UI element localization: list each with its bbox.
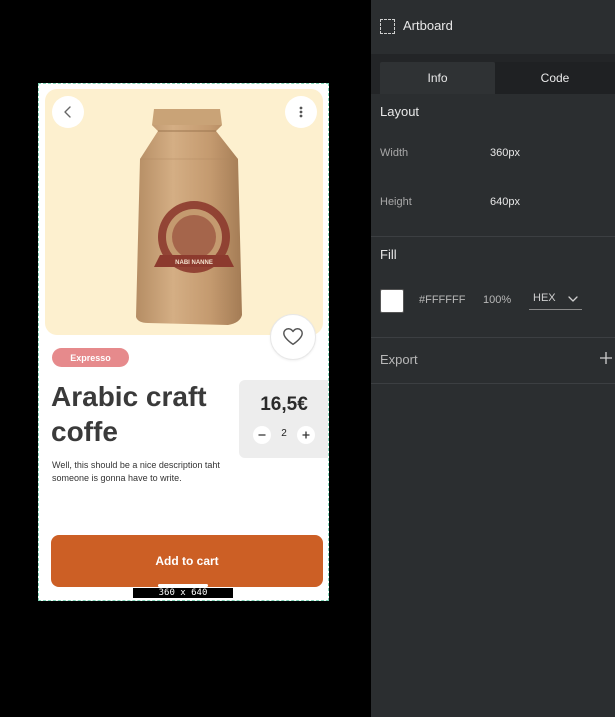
inspector-tabs: Info Code	[371, 54, 615, 94]
product-title: Arabic craft coffe	[51, 379, 231, 449]
section-divider	[371, 383, 615, 384]
color-format-select[interactable]: HEX	[529, 290, 582, 310]
fill-opacity-value[interactable]: 100%	[483, 294, 511, 306]
heart-icon	[283, 328, 303, 346]
section-divider	[371, 236, 615, 237]
coffee-bag-image: NABI NANNE	[136, 109, 242, 325]
home-indicator	[158, 584, 208, 587]
tab-info[interactable]: Info	[380, 62, 495, 94]
minus-icon	[258, 434, 266, 436]
height-value[interactable]: 640px	[490, 196, 520, 208]
decrease-quantity-button[interactable]	[253, 426, 271, 444]
section-divider	[371, 337, 615, 338]
artboard[interactable]: NABI NANNE Expresso Arabic craft coffe W…	[38, 83, 329, 601]
increase-quantity-button[interactable]	[297, 426, 315, 444]
product-title-line1: Arabic craft	[51, 381, 207, 412]
quantity-value: 2	[281, 428, 287, 439]
price-label: 16,5€	[260, 394, 308, 415]
tab-code[interactable]: Code	[495, 62, 615, 94]
width-label: Width	[380, 147, 409, 159]
width-value[interactable]: 360px	[490, 147, 520, 159]
height-label: Height	[380, 196, 412, 208]
add-to-cart-button[interactable]: Add to cart	[51, 535, 323, 587]
inspector-panel: Artboard Info Code Layout Width 360px He…	[371, 0, 615, 717]
chevron-left-icon	[64, 106, 71, 118]
fill-section-title: Fill	[380, 247, 397, 262]
category-tag[interactable]: Expresso	[52, 348, 129, 367]
fill-color-swatch[interactable]	[380, 289, 404, 313]
chevron-down-icon	[568, 296, 578, 302]
price-box: 16,5€ 2	[239, 380, 328, 458]
more-button[interactable]	[285, 96, 317, 128]
layout-section-title: Layout	[380, 104, 420, 119]
bag-banner-text: NABI NANNE	[175, 260, 213, 266]
product-title-line2: coffe	[51, 416, 118, 447]
panel-header: Artboard	[371, 0, 615, 54]
more-vertical-icon	[299, 106, 303, 118]
design-canvas[interactable]: NABI NANNE Expresso Arabic craft coffe W…	[0, 0, 371, 717]
favorite-button[interactable]	[270, 314, 316, 360]
product-description: Well, this should be a nice description …	[52, 460, 220, 483]
app-root: NABI NANNE Expresso Arabic craft coffe W…	[0, 0, 615, 717]
panel-title: Artboard	[403, 18, 453, 33]
back-button[interactable]	[52, 96, 84, 128]
fill-hex-value[interactable]: #FFFFFF	[419, 294, 465, 306]
product-hero: NABI NANNE	[45, 89, 323, 360]
plus-icon[interactable]	[599, 351, 613, 365]
export-section-title[interactable]: Export	[380, 352, 418, 367]
artboard-dimensions: 360 x 640	[133, 588, 233, 598]
artboard-icon	[380, 19, 395, 34]
color-format-label: HEX	[533, 292, 556, 304]
plus-icon	[302, 431, 310, 439]
